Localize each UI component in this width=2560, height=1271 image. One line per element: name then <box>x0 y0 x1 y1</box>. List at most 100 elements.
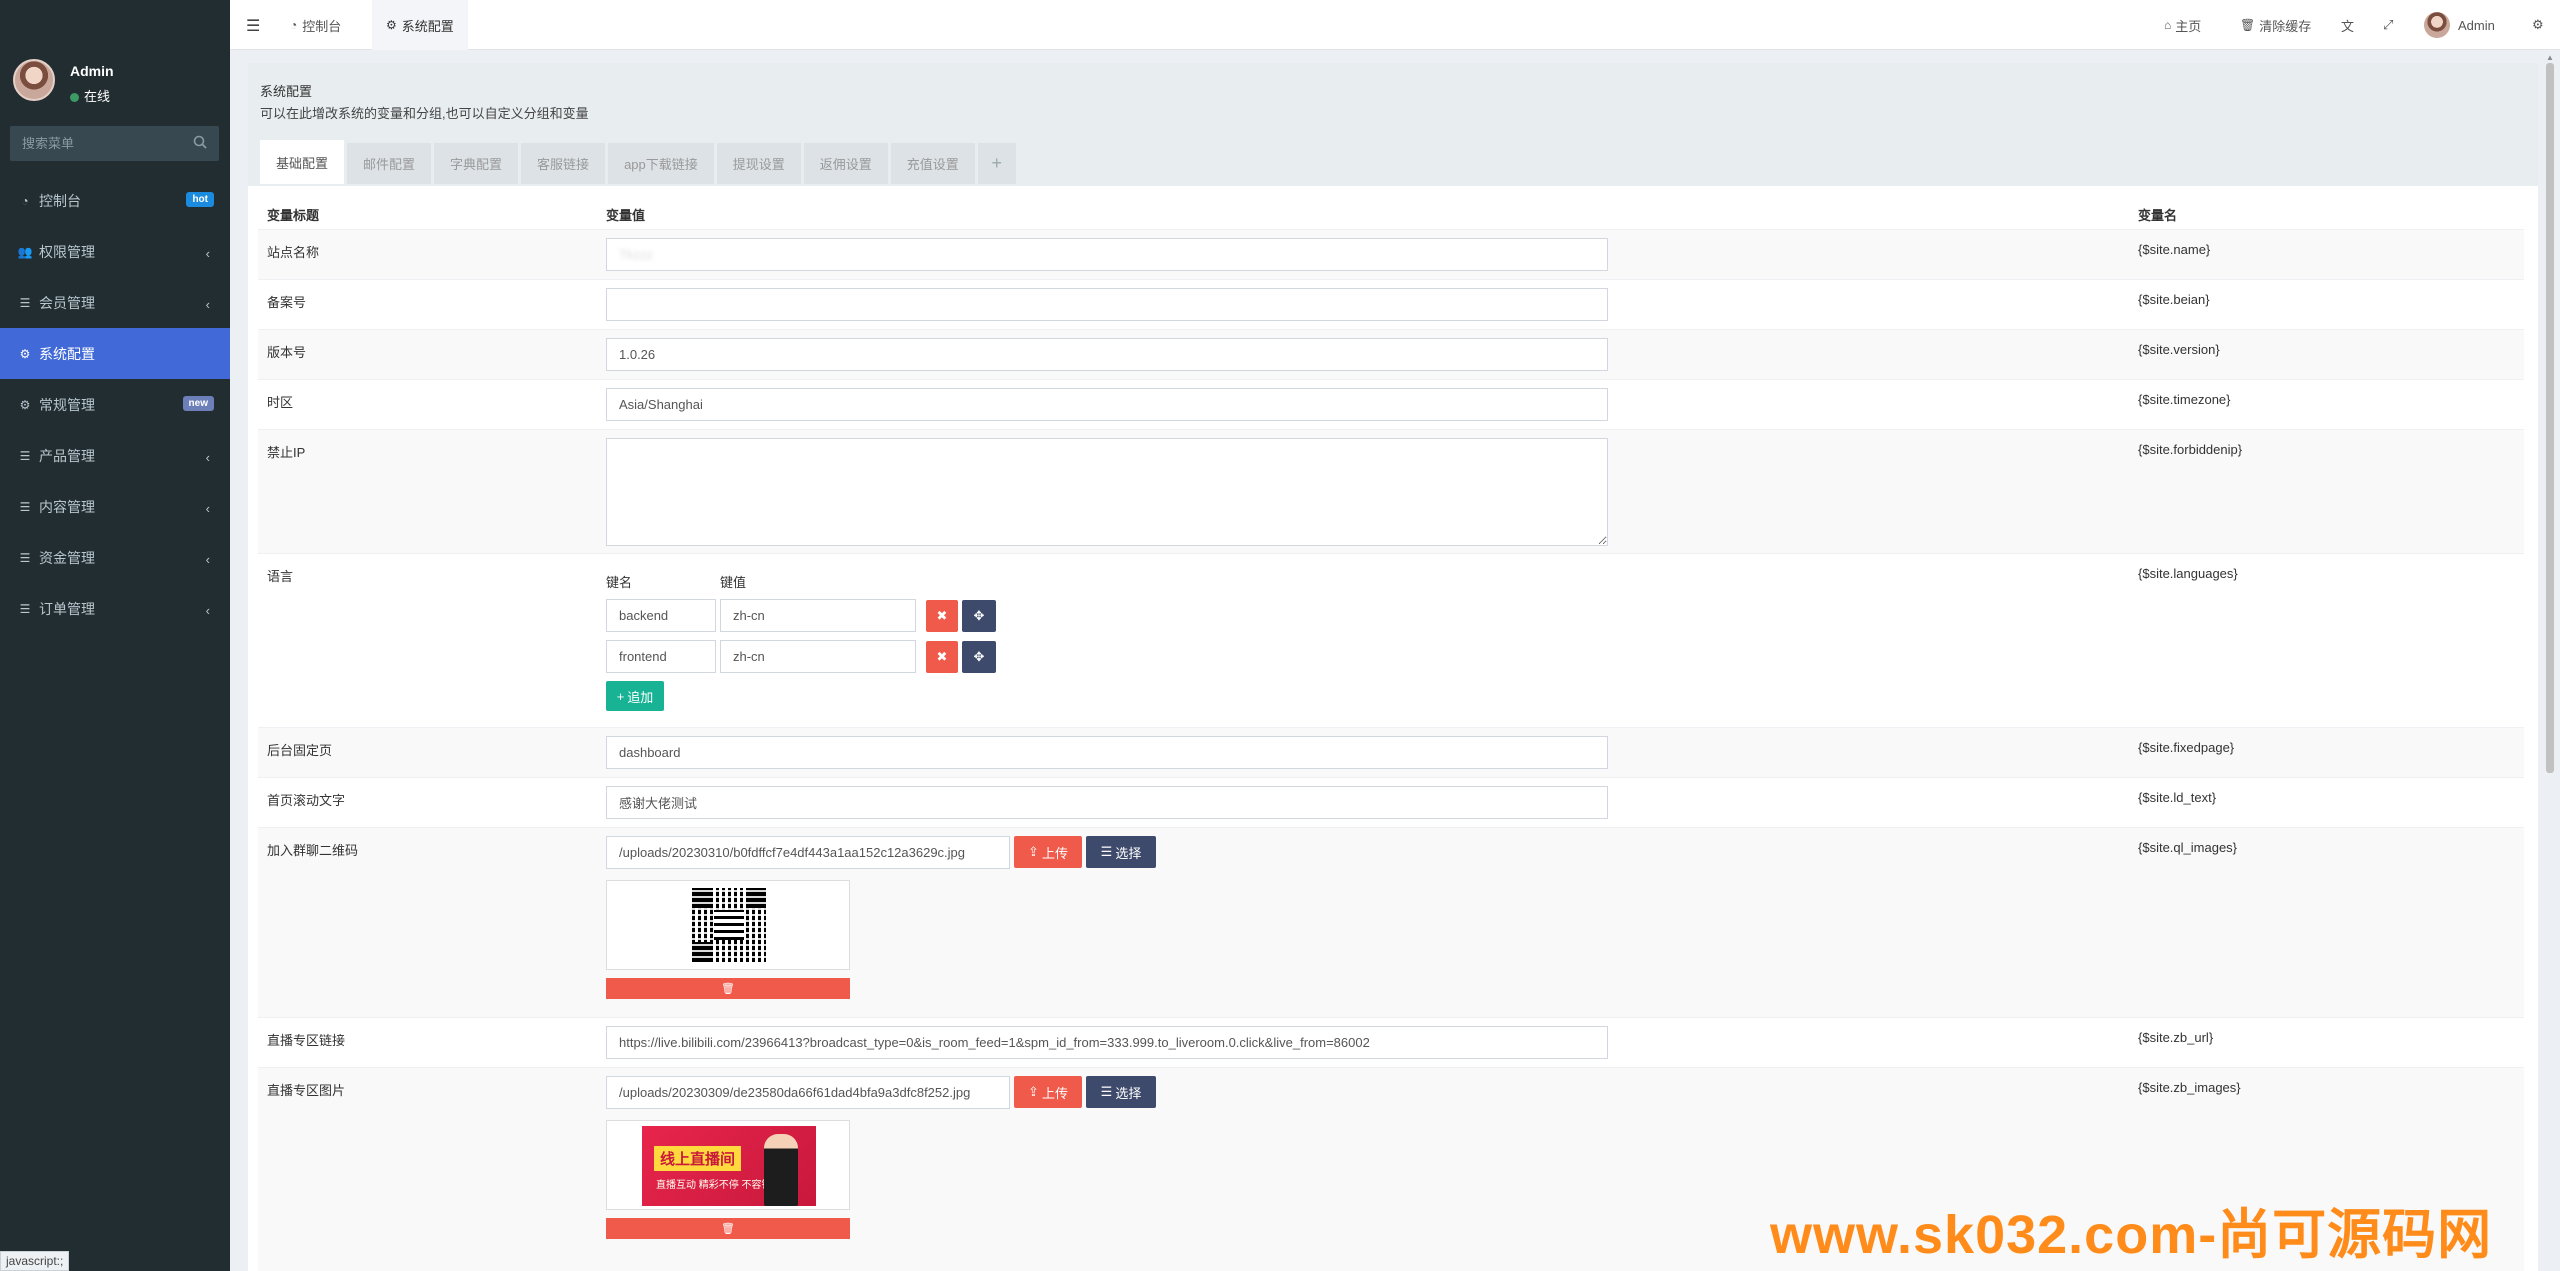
cogs-icon: ⚙ <box>19 397 31 412</box>
group-icon: 👥 <box>17 244 33 259</box>
sidebar-item-products[interactable]: ☰ 产品管理 ‹ <box>0 430 230 481</box>
user-menu[interactable]: Admin <box>2424 0 2495 50</box>
language-value-input[interactable]: zh-cn <box>720 599 916 632</box>
clear-cache-label: 清除缓存 <box>2259 18 2312 34</box>
sidebar-item-orders[interactable]: ☰ 订单管理 ‹ <box>0 583 230 634</box>
tab-config[interactable]: ⚙ 系统配置 <box>372 0 468 50</box>
drag-row-button[interactable]: ✥ <box>962 600 996 632</box>
hot-badge: hot <box>186 192 214 207</box>
presenter-figure <box>764 1134 798 1206</box>
header-name: 变量名 <box>2138 208 2178 223</box>
language-value-input[interactable]: zh-cn <box>720 640 916 673</box>
table-row: 版本号 1.0.26 {$site.version} <box>258 329 2524 379</box>
upload-button[interactable]: ⇪ 上传 <box>1014 1076 1082 1108</box>
tab-dashboard[interactable]: ◔ 控制台 <box>276 0 355 50</box>
remove-row-button[interactable]: ✖ <box>926 600 958 632</box>
sidebar-item-dashboard[interactable]: ◔ 控制台 hot <box>0 175 230 226</box>
sidebar-item-label: 权限管理 <box>39 243 95 260</box>
var-name: {$site.name} <box>2138 242 2211 257</box>
delete-image-button[interactable]: 🗑 <box>606 978 850 999</box>
search-input[interactable] <box>10 126 180 161</box>
select-label: 选择 <box>1115 845 1142 861</box>
sidebar-item-members[interactable]: ☰ 会员管理 ‹ <box>0 277 230 328</box>
drag-row-button[interactable]: ✥ <box>962 641 996 673</box>
live-image-preview[interactable]: 线上直播间 直播互动 精彩不停 不容错过 <box>606 1120 850 1210</box>
clear-cache-button[interactable]: 🗑 清除缓存 <box>2240 0 2311 50</box>
fixedpage-input[interactable]: dashboard <box>606 736 1608 769</box>
qrcode-path-input[interactable]: /uploads/20230310/b0fdffcf7e4df443a1aa15… <box>606 836 1010 869</box>
panel-title: 系统配置 <box>260 84 313 99</box>
home-label: 主页 <box>2175 18 2202 34</box>
language-key-input[interactable]: frontend <box>606 640 716 673</box>
delete-image-button[interactable]: 🗑 <box>606 1218 850 1239</box>
scroll-thumb[interactable] <box>2546 63 2554 773</box>
row-label: 直播专区链接 <box>267 1033 346 1048</box>
tab-withdraw[interactable]: 提现设置 <box>716 143 801 184</box>
user-status-label: 在线 <box>84 89 111 104</box>
sidebar-item-general[interactable]: ⚙ 常规管理 new <box>0 379 230 430</box>
list-icon: ☰ <box>19 499 31 514</box>
tab-recharge[interactable]: 充值设置 <box>890 143 975 184</box>
var-name: {$site.beian} <box>2138 292 2210 307</box>
cogs-icon: ⚙ <box>2532 17 2544 32</box>
row-label: 语言 <box>267 569 294 584</box>
beian-input[interactable] <box>606 288 1608 321</box>
sidebar-item-auth[interactable]: 👥 权限管理 ‹ <box>0 226 230 277</box>
control-sidebar-button[interactable]: ⚙ <box>2532 0 2544 50</box>
scrollbar[interactable] <box>2545 63 2555 773</box>
scroll-text-input[interactable]: 感谢大佬测试 <box>606 786 1608 819</box>
avatar[interactable] <box>13 59 55 101</box>
select-button[interactable]: ☰ 选择 <box>1086 1076 1156 1108</box>
fullscreen-icon: ⤢ <box>2383 17 2394 32</box>
search-icon[interactable] <box>193 135 207 149</box>
list-icon: ☰ <box>19 601 31 616</box>
tab-dictionary[interactable]: 字典配置 <box>434 143 519 184</box>
tab-label: 控制台 <box>302 18 342 34</box>
translate-button[interactable]: 文 <box>2341 0 2354 50</box>
list-icon: ☰ <box>19 550 31 565</box>
tab-app-download[interactable]: app下载链接 <box>608 143 714 184</box>
row-label: 站点名称 <box>267 245 320 260</box>
add-tab-button[interactable]: + <box>977 143 1016 184</box>
table-row: 站点名称 Tkzzz {$site.name} <box>258 229 2524 279</box>
sidebar-menu: ◔ 控制台 hot 👥 权限管理 ‹ ☰ 会员管理 ‹ ⚙ 系统配置 ⚙ 常规管… <box>0 175 230 634</box>
row-label: 备案号 <box>267 295 307 310</box>
live-banner-image: 线上直播间 直播互动 精彩不停 不容错过 <box>642 1126 816 1206</box>
table-row: 首页滚动文字 感谢大佬测试 {$site.ld_text} <box>258 777 2524 827</box>
tab-service-link[interactable]: 客服链接 <box>521 143 606 184</box>
sidebar-item-config[interactable]: ⚙ 系统配置 <box>0 328 230 379</box>
scroll-up-arrow-icon[interactable]: ▲ <box>2546 53 2554 62</box>
language-key-input[interactable]: backend <box>606 599 716 632</box>
sidebar-item-finance[interactable]: ☰ 资金管理 ‹ <box>0 532 230 583</box>
site-name-input[interactable]: Tkzzz <box>606 238 1608 271</box>
user-name: Admin <box>70 63 114 79</box>
add-language-button[interactable]: + 追加 <box>606 681 664 711</box>
sidebar-item-content[interactable]: ☰ 内容管理 ‹ <box>0 481 230 532</box>
chevron-left-icon: ‹ <box>205 297 210 312</box>
qrcode-preview[interactable] <box>606 880 850 970</box>
remove-row-button[interactable]: ✖ <box>926 641 958 673</box>
table-row: 时区 Asia/Shanghai {$site.timezone} <box>258 379 2524 429</box>
live-url-input[interactable]: https://live.bilibili.com/23966413?broad… <box>606 1026 1608 1059</box>
chevron-left-icon: ‹ <box>205 603 210 618</box>
version-input[interactable]: 1.0.26 <box>606 338 1608 371</box>
menu-toggle-icon[interactable]: ☰ <box>246 16 260 36</box>
timezone-input[interactable]: Asia/Shanghai <box>606 388 1608 421</box>
tab-email[interactable]: 邮件配置 <box>347 143 432 184</box>
dashboard-icon: ◔ <box>290 18 298 32</box>
tab-basic[interactable]: 基础配置 <box>260 140 345 184</box>
sidebar-item-label: 资金管理 <box>39 549 95 566</box>
table-row: 备案号 {$site.beian} <box>258 279 2524 329</box>
row-label: 禁止IP <box>267 445 306 460</box>
user-panel: Admin 在线 <box>0 0 230 118</box>
home-link[interactable]: ⌂ 主页 <box>2164 0 2201 50</box>
forbidden-ip-textarea[interactable] <box>606 438 1608 546</box>
var-name: {$site.zb_images} <box>2138 1080 2241 1095</box>
select-button[interactable]: ☰ 选择 <box>1086 836 1156 868</box>
fullscreen-button[interactable]: ⤢ <box>2383 0 2393 50</box>
live-image-path-input[interactable]: /uploads/20230309/de23580da66f61dad4bfa9… <box>606 1076 1010 1109</box>
var-name: {$site.forbiddenip} <box>2138 442 2243 457</box>
upload-button[interactable]: ⇪ 上传 <box>1014 836 1082 868</box>
tab-commission[interactable]: 返佣设置 <box>803 143 888 184</box>
chevron-left-icon: ‹ <box>205 246 210 261</box>
